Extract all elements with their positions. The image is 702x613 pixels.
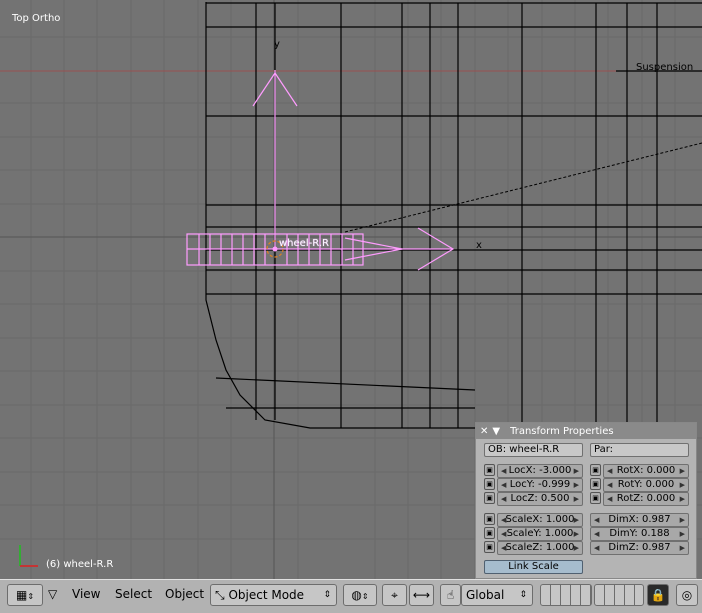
suspension-object-label: Suspension xyxy=(636,62,694,73)
rot-z-field[interactable]: ◀ RotZ: 0.000 ▶ xyxy=(603,492,689,506)
lock-icon[interactable]: ▣ xyxy=(484,527,495,539)
collapse-icon[interactable]: ▼ xyxy=(492,426,500,437)
loc-x-field[interactable]: ◀ LocX: -3.000 ▶ xyxy=(497,464,583,478)
rot-x-field[interactable]: ◀ RotX: 0.000 ▶ xyxy=(603,464,689,478)
pivot-button[interactable]: ⌖ xyxy=(382,584,407,606)
loc-z-field[interactable]: ◀ LocZ: 0.500 ▶ xyxy=(497,492,583,506)
lock-icon[interactable]: ▣ xyxy=(484,492,495,504)
editor-type-button[interactable]: ▦⇕ xyxy=(7,584,43,606)
lock-icon[interactable]: ▣ xyxy=(484,513,495,525)
hand-icon: ☝ xyxy=(446,588,455,602)
orientation-select[interactable]: Global ⇕ xyxy=(461,584,533,606)
menu-select[interactable]: Select xyxy=(115,587,152,601)
chevron-updown-icon: ⇕ xyxy=(27,592,35,601)
pivot-icon: ⌖ xyxy=(391,588,398,602)
rot-y-field[interactable]: ◀ RotY: 0.000 ▶ xyxy=(603,478,689,492)
grid-icon: ▦ xyxy=(15,588,28,602)
scale-z-field[interactable]: ◀ ScaleZ: 1.000 ▶ xyxy=(497,541,583,555)
mode-select[interactable]: ⤡ Object Mode ⇕ xyxy=(210,584,337,606)
transform-properties-panel: ✕ ▼ Transform Properties OB: wheel-R.R P… xyxy=(475,422,697,579)
chevron-updown-icon: ⇕ xyxy=(323,590,331,600)
scale-x-field[interactable]: ◀ ScaleX: 1.000 ▶ xyxy=(497,513,583,527)
link-scale-button[interactable]: Link Scale xyxy=(484,560,583,574)
view-title: Top Ortho xyxy=(12,13,61,24)
close-icon[interactable]: ✕ xyxy=(480,426,488,437)
object-mode-icon: ⤡ xyxy=(215,588,225,602)
active-object-status: (6) wheel-R.R xyxy=(46,559,114,570)
dim-y-field[interactable]: ◀ DimY: 0.188 ▶ xyxy=(590,527,689,541)
lock-icon[interactable]: ▣ xyxy=(590,492,601,504)
panel-header[interactable]: ✕ ▼ Transform Properties xyxy=(476,423,696,439)
dim-x-field[interactable]: ◀ DimX: 0.987 ▶ xyxy=(590,513,689,527)
manipulator-button[interactable]: ⟷ xyxy=(409,584,434,606)
hand-tool-button[interactable]: ☝ xyxy=(440,584,461,606)
lock-icon: 🔒 xyxy=(650,588,666,602)
sphere-icon: ◍ xyxy=(351,588,362,602)
dim-z-field[interactable]: ◀ DimZ: 0.987 ▶ xyxy=(590,541,689,555)
lock-layers-button[interactable]: 🔒 xyxy=(647,584,669,606)
panel-title: Transform Properties xyxy=(510,425,614,437)
manipulator-icon: ⟷ xyxy=(412,588,431,602)
lock-icon[interactable]: ▣ xyxy=(484,464,495,476)
lock-icon[interactable]: ▣ xyxy=(484,541,495,553)
menu-object[interactable]: Object xyxy=(165,587,204,601)
parent-field[interactable]: Par: xyxy=(590,443,689,457)
draw-type-button[interactable]: ◍⇕ xyxy=(343,584,377,606)
layer-buttons-group-2[interactable] xyxy=(594,584,644,606)
lock-icon[interactable]: ▣ xyxy=(590,464,601,476)
object-name-label: wheel-R.R xyxy=(279,238,329,249)
axis-x-label: x xyxy=(476,240,482,251)
header-collapse-icon[interactable]: ▽ xyxy=(48,587,57,601)
render-icon: ◎ xyxy=(681,588,693,602)
viewport-header: ▦⇕ ▽ View Select Object ⤡ Object Mode ⇕ … xyxy=(0,579,702,613)
lock-icon[interactable]: ▣ xyxy=(484,478,495,490)
render-button[interactable]: ◎ xyxy=(676,584,698,606)
menu-view[interactable]: View xyxy=(72,587,100,601)
chevron-updown-icon: ⇕ xyxy=(519,590,527,600)
loc-y-field[interactable]: ◀ LocY: -0.999 ▶ xyxy=(497,478,583,492)
3d-viewport[interactable]: Top Ortho (6) wheel-R.R y x wheel-R.R Su… xyxy=(0,0,702,579)
lock-icon[interactable]: ▣ xyxy=(590,478,601,490)
axis-y-label: y xyxy=(274,39,280,50)
layer-buttons-group-1[interactable] xyxy=(540,584,592,606)
scale-y-field[interactable]: ◀ ScaleY: 1.000 ▶ xyxy=(497,527,583,541)
object-name-field[interactable]: OB: wheel-R.R xyxy=(484,443,583,457)
